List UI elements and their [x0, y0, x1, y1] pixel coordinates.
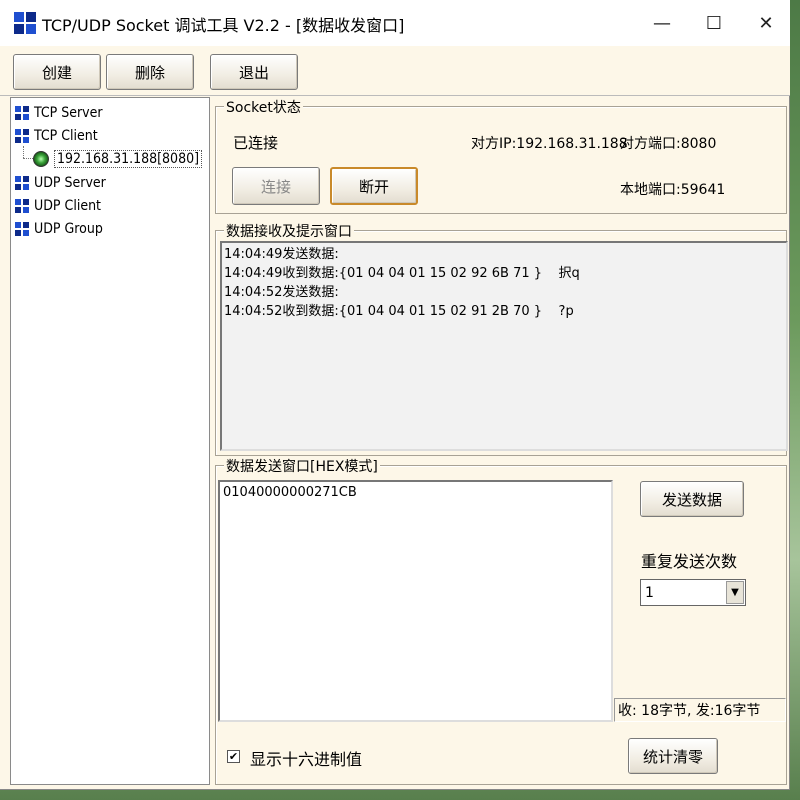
repeat-count-select[interactable]: 1 ▼: [640, 579, 746, 606]
connection-node-icon: [33, 151, 49, 167]
tree-item-label: UDP Group: [34, 221, 103, 237]
send-data-button[interactable]: 发送数据: [640, 481, 744, 517]
grid-icon: [15, 106, 29, 120]
toolbar: 创建 删除 退出: [0, 46, 790, 96]
log-line: 14:04:52发送数据:: [224, 285, 339, 300]
remote-port: 对方端口:8080: [620, 136, 717, 152]
disconnect-button[interactable]: 断开: [330, 167, 418, 205]
tree-item-tcp-client[interactable]: TCP Client: [15, 125, 98, 147]
remote-ip: 对方IP:192.168.31.188: [471, 136, 628, 152]
tree-item-label: UDP Server: [34, 175, 106, 191]
group-label: Socket状态: [224, 97, 303, 117]
exit-button[interactable]: 退出: [210, 54, 298, 90]
tree-connector-line: [23, 158, 33, 159]
grid-icon: [15, 222, 29, 236]
repeat-count-label: 重复发送次数: [641, 552, 738, 571]
hex-display-checkbox[interactable]: ✔: [227, 750, 240, 763]
clear-stats-button[interactable]: 统计清零: [628, 738, 718, 774]
app-window: TCP/UDP Socket 调试工具 V2.2 - [数据收发窗口] — ☐ …: [0, 0, 790, 790]
log-line: 14:04:52收到数据:{01 04 04 01 15 02 91 2B 70…: [224, 304, 574, 319]
group-label: 数据发送窗口[HEX模式]: [224, 456, 380, 476]
maximize-button[interactable]: ☐: [688, 0, 740, 46]
window-title: TCP/UDP Socket 调试工具 V2.2 - [数据收发窗口]: [42, 16, 405, 35]
send-input[interactable]: 01040000000271CB: [218, 480, 613, 722]
app-logo-icon: [14, 12, 36, 34]
minimize-icon: —: [653, 12, 671, 34]
close-button[interactable]: ✕: [740, 0, 792, 46]
tree-item-tcp-server[interactable]: TCP Server: [15, 102, 103, 124]
log-line: 14:04:49收到数据:{01 04 04 01 15 02 92 6B 71…: [224, 266, 580, 281]
repeat-count-value: 1: [645, 584, 654, 601]
tree-item-label: UDP Client: [34, 198, 101, 214]
tree-connector-line: [23, 146, 24, 158]
tree-item-udp-group[interactable]: UDP Group: [15, 218, 103, 240]
log-line: 14:04:49发送数据:: [224, 247, 339, 262]
local-port: 本地端口:59641: [620, 182, 726, 198]
grid-icon: [15, 129, 29, 143]
tree-item-label: TCP Client: [34, 128, 98, 144]
minimize-button[interactable]: —: [636, 0, 688, 46]
chevron-down-icon[interactable]: ▼: [726, 581, 744, 604]
connection-tree: TCP Server TCP Client 192.168.31.188[808…: [10, 97, 210, 785]
check-icon: ✔: [228, 750, 239, 763]
tree-item-udp-client[interactable]: UDP Client: [15, 195, 101, 217]
title-bar: TCP/UDP Socket 调试工具 V2.2 - [数据收发窗口] — ☐ …: [0, 0, 790, 46]
close-icon: ✕: [758, 12, 774, 34]
group-label: 数据接收及提示窗口: [224, 221, 354, 241]
receive-log[interactable]: 14:04:49发送数据: 14:04:49收到数据:{01 04 04 01 …: [220, 241, 788, 451]
grid-icon: [15, 176, 29, 190]
hex-display-label: 显示十六进制值: [250, 750, 363, 769]
byte-stats: 收: 18字节, 发:16字节: [614, 698, 786, 722]
connection-status: 已连接: [233, 134, 279, 152]
tree-item-label: TCP Server: [34, 105, 103, 121]
maximize-icon: ☐: [705, 12, 723, 34]
tree-item-label: 192.168.31.188[8080]: [54, 150, 203, 168]
create-button[interactable]: 创建: [13, 54, 101, 90]
connect-button[interactable]: 连接: [232, 167, 320, 205]
delete-button[interactable]: 删除: [106, 54, 194, 90]
grid-icon: [15, 199, 29, 213]
tree-item-udp-server[interactable]: UDP Server: [15, 172, 106, 194]
tree-item-connection[interactable]: 192.168.31.188[8080]: [33, 148, 203, 170]
